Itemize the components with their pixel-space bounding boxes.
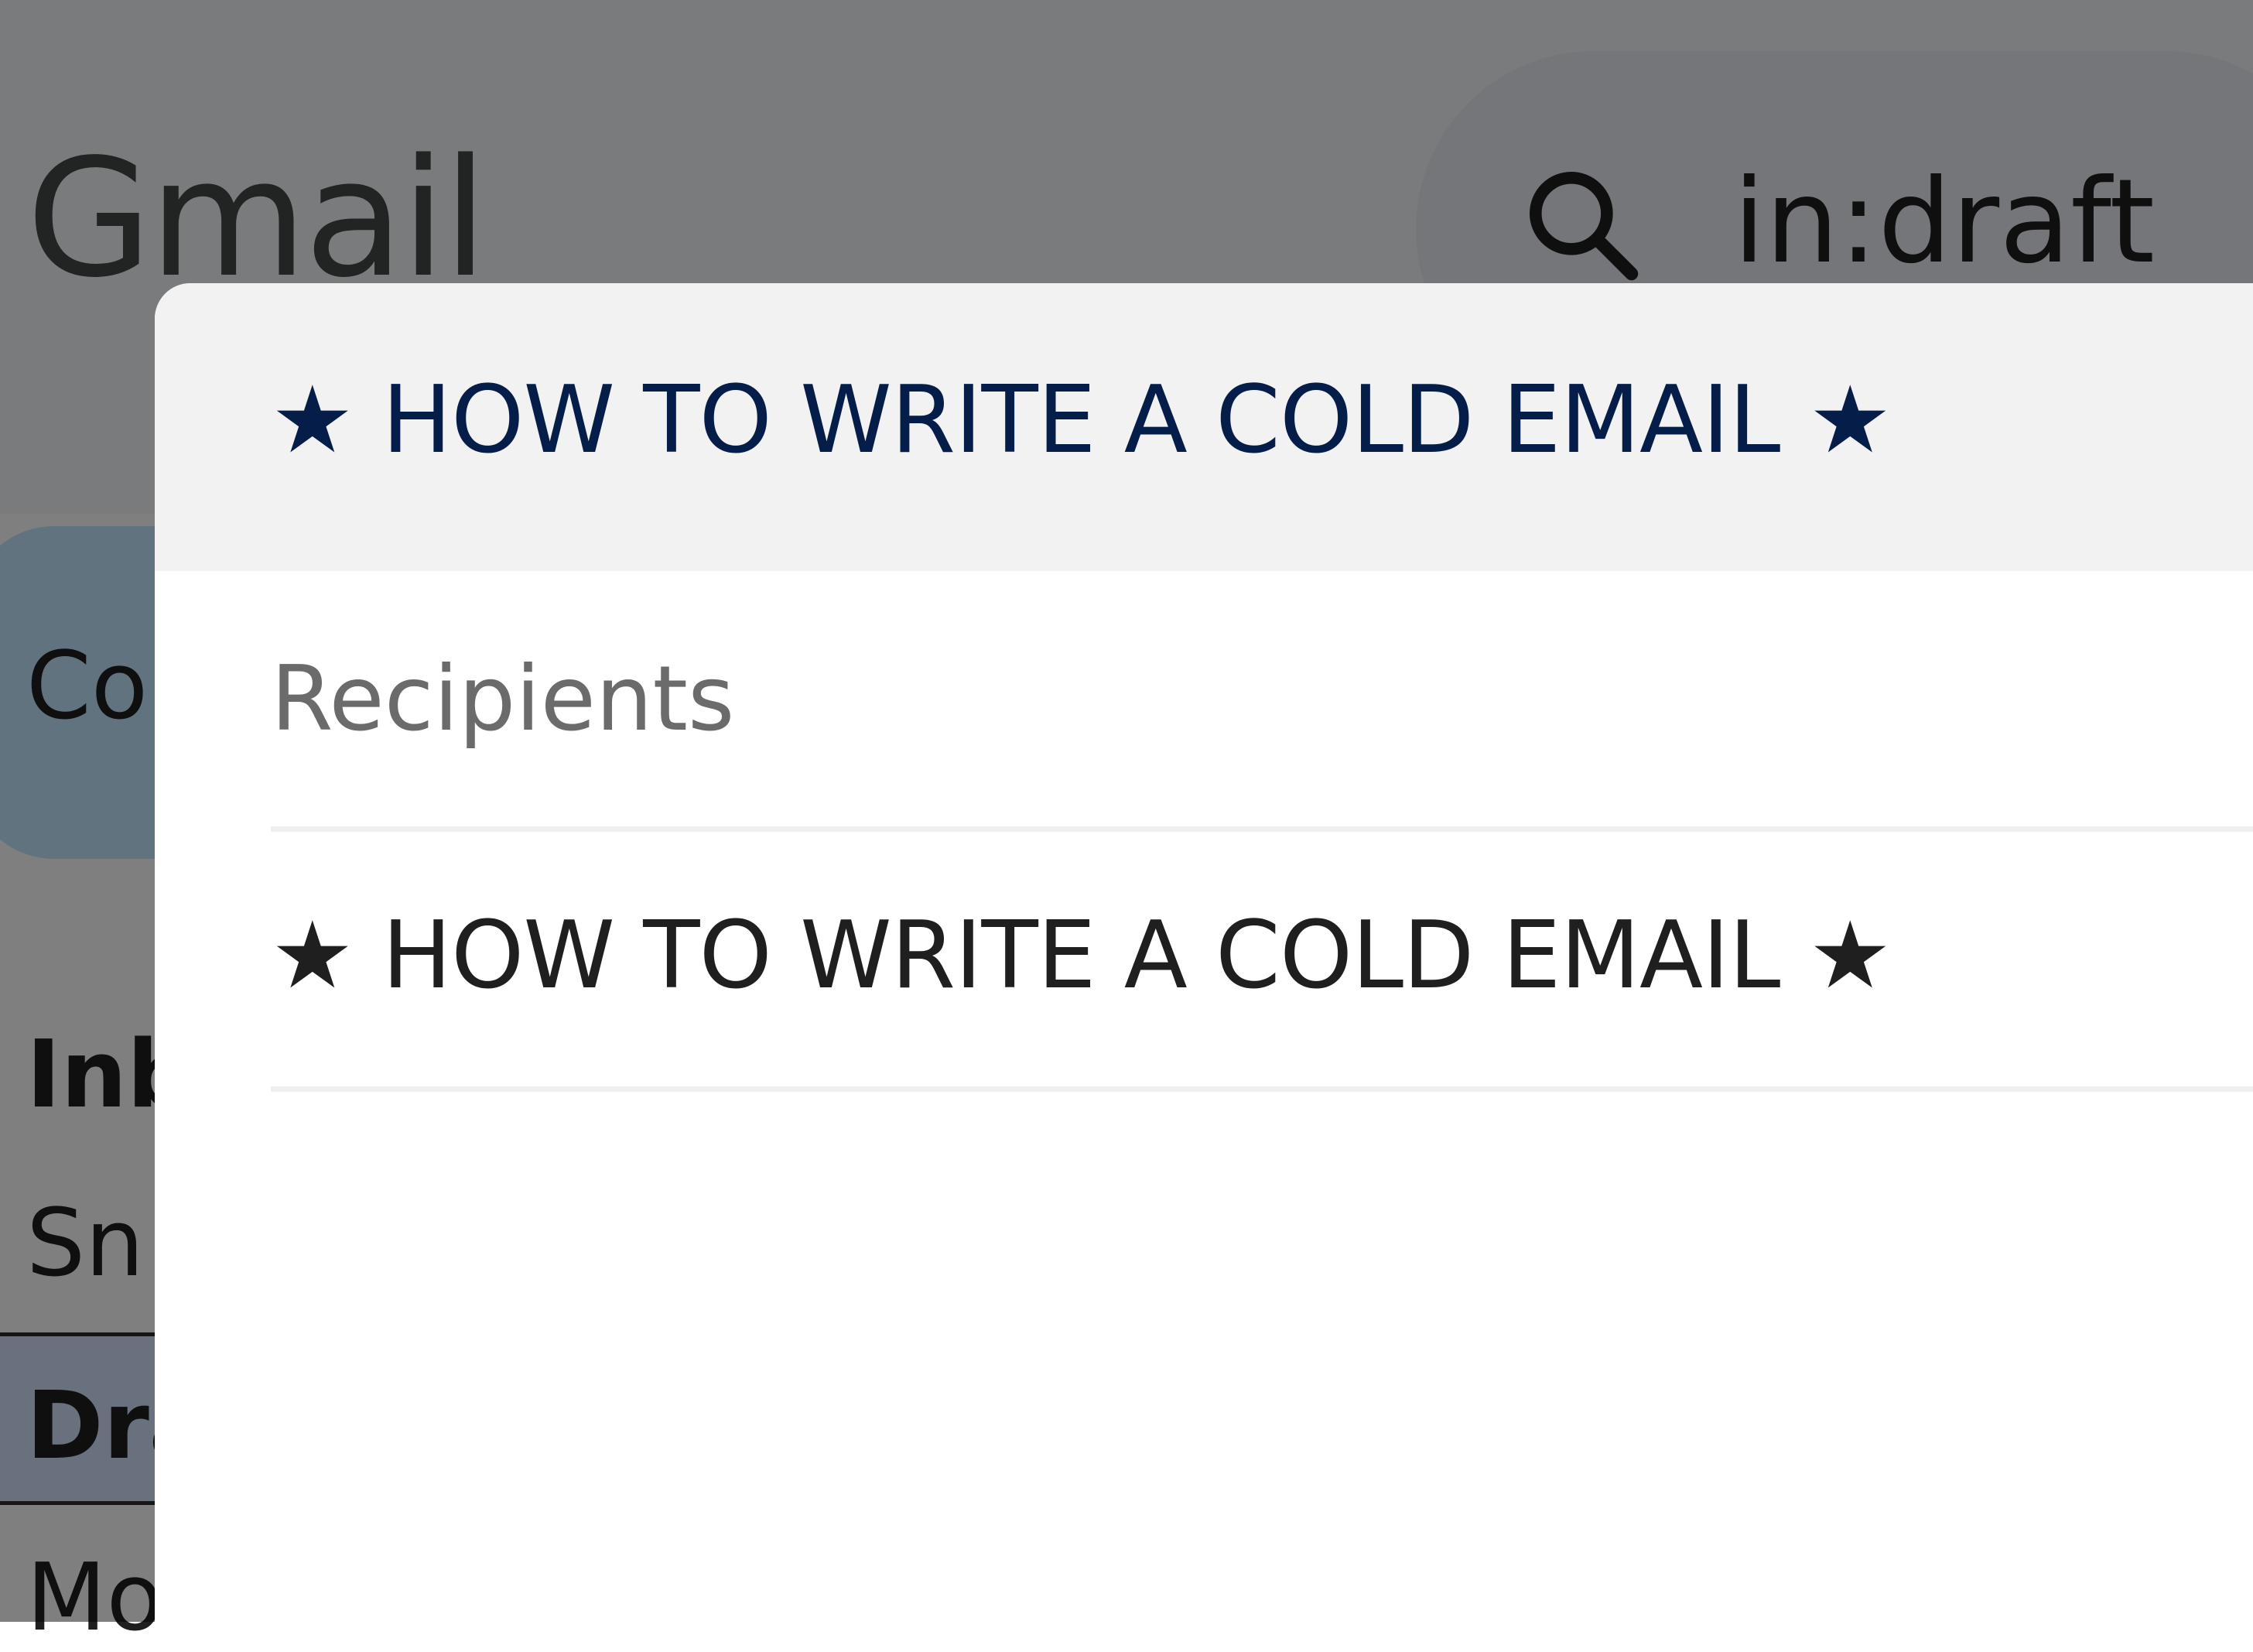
dialog-title: ★ HOW TO WRITE A COLD EMAIL ★ [271,367,1892,474]
recipients-field[interactable]: Recipients [271,655,734,744]
subject-field[interactable]: ★ HOW TO WRITE A COLD EMAIL ★ [271,910,1892,1003]
draft-compose-dialog: ★ HOW TO WRITE A COLD EMAIL ★ Recipients… [155,283,2253,1622]
field-divider [271,826,2253,832]
field-divider [271,1086,2253,1092]
dialog-title-bar[interactable]: ★ HOW TO WRITE A COLD EMAIL ★ [155,283,2253,571]
